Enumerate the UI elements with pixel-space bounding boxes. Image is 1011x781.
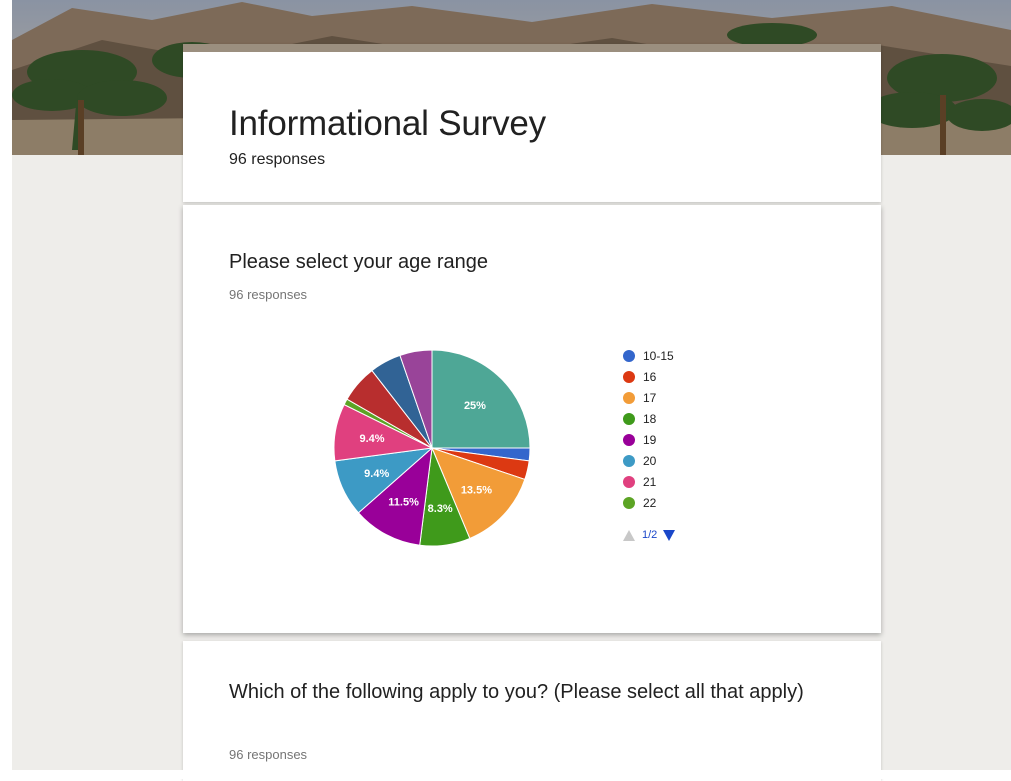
legend-label: 10-15 [643,348,674,363]
legend-next-page-icon[interactable] [663,529,676,541]
pie-slice-label-0: 25% [464,400,486,412]
legend-pager: 1/2 [623,529,676,541]
legend-item-10-15[interactable]: 10-15 [623,345,674,366]
legend-color-swatch [623,475,635,488]
legend-label: 18 [643,411,657,426]
legend-label: 19 [643,432,657,447]
legend-item-21[interactable]: 21 [623,471,674,492]
legend-color-swatch [623,454,635,467]
legend-label: 21 [643,474,657,489]
bottom-edge [12,770,1011,779]
legend-item-17[interactable]: 17 [623,387,674,408]
pie-slice-label-4: 8.3% [428,503,453,515]
apply-to-you-question-card: Which of the following apply to you? (Pl… [183,641,881,781]
legend-prev-page-icon [623,529,635,541]
age-range-question-card: Please select your age range 96 response… [183,205,881,633]
legend-label: 16 [643,369,657,384]
legend-item-18[interactable]: 18 [623,408,674,429]
form-response-count: 96 responses [229,151,326,168]
legend-item-16[interactable]: 16 [623,366,674,387]
form-title: Informational Survey [229,104,546,143]
question-response-count: 96 responses [229,747,308,762]
chart-legend: 10-15 16 17 18 19 20 21 22 [623,345,674,513]
pie-slice-0[interactable] [431,349,531,449]
legend-item-22[interactable]: 22 [623,492,674,513]
legend-label: 22 [643,495,657,510]
question-title: Please select your age range [229,251,489,273]
legend-color-swatch [623,412,635,425]
legend-item-19[interactable]: 19 [623,429,674,450]
pie-slice-label-6: 9.4% [364,468,389,480]
question-title: Which of the following apply to you? (Pl… [229,681,804,703]
pie-slice-label-5: 11.5% [388,497,419,509]
legend-color-swatch [623,370,635,383]
age-range-pie-chart: 25% 13.5% 8.3% 11.5% 9.4% 9.4% [333,349,531,547]
legend-item-20[interactable]: 20 [623,450,674,471]
pie-slice-label-3: 13.5% [461,484,492,496]
legend-page-indicator: 1/2 [642,529,658,541]
legend-color-swatch [623,391,635,404]
legend-label: 20 [643,453,657,468]
legend-color-swatch [623,496,635,509]
legend-color-swatch [623,433,635,446]
question-response-count: 96 responses [229,287,308,302]
form-header-card: Informational Survey 96 responses [183,44,881,202]
legend-color-swatch [623,349,635,362]
legend-label: 17 [643,390,657,405]
pie-slice-label-7: 9.4% [360,433,385,445]
